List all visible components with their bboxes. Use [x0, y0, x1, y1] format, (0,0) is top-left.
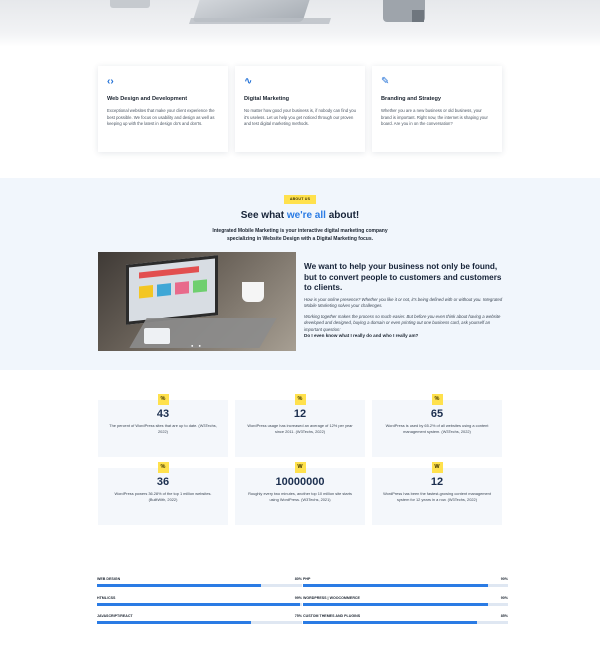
service-description: Exceptional websites that make your clie…	[107, 108, 215, 127]
wordpress-icon: W	[431, 462, 443, 473]
skill-percent: 99%	[294, 596, 302, 600]
skill-fill	[97, 603, 300, 606]
about-badge: ABOUT US	[284, 195, 316, 204]
about-paragraph-1: How is your online presence? Whether you…	[304, 296, 503, 309]
percent-icon: %	[157, 462, 169, 473]
stat-card: % 12 WordPress usage has increased an av…	[235, 394, 365, 457]
wordpress-icon: W	[294, 462, 306, 473]
coffee-cup-shape	[242, 282, 264, 302]
phone-shape	[110, 0, 150, 8]
stat-value: 12	[293, 408, 307, 420]
service-title: Web Design and Development	[107, 96, 188, 102]
stat-card: % 43 The percent of WordPress sites that…	[98, 394, 228, 457]
about-title-pre: See what	[240, 210, 287, 221]
skill-label: JAVASCRIPT/REACT	[97, 614, 133, 618]
about-subtitle: Integrated Mobile Marketing is your inte…	[212, 228, 388, 242]
stat-card: W 12 WordPress has been the fastest-grow…	[372, 462, 502, 525]
about-text-block: We want to help your business not only b…	[304, 262, 504, 338]
percent-icon: %	[294, 394, 306, 405]
stat-value: 10000000	[275, 476, 325, 488]
percent-icon: %	[157, 394, 169, 405]
skill-label: PHP	[303, 577, 311, 581]
skill-track	[303, 621, 508, 624]
about-title-post: about!	[325, 210, 360, 221]
about-title: See what we're all about!	[0, 210, 600, 221]
screen-tile	[193, 279, 207, 293]
skill-fill	[303, 603, 488, 606]
stat-description: Roughly every two minutes, another top 1…	[248, 491, 352, 502]
skill-fill	[303, 584, 488, 587]
skill-track	[97, 621, 302, 624]
service-card-digital-marketing[interactable]: ∿ Digital Marketing No matter how good y…	[235, 66, 365, 152]
stat-description: The percent of WordPress sites that are …	[109, 423, 217, 434]
zigzag-chart-icon: ∿	[244, 76, 253, 87]
skill-label: WEB DESIGN	[97, 577, 121, 581]
stat-card: W 10000000 Roughly every two minutes, an…	[235, 462, 365, 525]
skill-bar: PHP 90%	[303, 577, 508, 587]
stat-description: WordPress powers 36.28% of the top 1 mil…	[114, 491, 212, 502]
skill-label: WORDPRESS | WOOCOMMERCE	[303, 596, 360, 600]
service-description: Whether you are a new business or old bu…	[381, 108, 488, 127]
hero-image	[0, 0, 600, 47]
skill-percent: 85%	[500, 614, 508, 618]
skill-percent: 80%	[294, 577, 302, 581]
skill-label: HTML/CSS	[97, 596, 116, 600]
service-title: Digital Marketing	[244, 96, 290, 102]
about-heading: We want to help your business not only b…	[304, 262, 502, 292]
skill-bar: JAVASCRIPT/REACT 75%	[97, 614, 302, 624]
about-section	[0, 178, 600, 370]
service-description: No matter how good your business is, if …	[244, 108, 356, 127]
stat-description: WordPress has been the fastest-growing c…	[383, 491, 491, 502]
hard-drive-port-shape	[412, 10, 424, 22]
skill-track	[303, 603, 508, 606]
skill-percent: 75%	[294, 614, 302, 618]
percent-icon: %	[431, 394, 443, 405]
screen-banner	[139, 266, 199, 279]
stat-value: 65	[430, 408, 444, 420]
laptop-base-shape	[189, 18, 331, 24]
service-card-branding[interactable]: ✎ Branding and Strategy Whether you are …	[372, 66, 502, 152]
stat-value: 36	[156, 476, 170, 488]
about-paragraph-2: Working together makes the process so mu…	[304, 313, 501, 332]
pen-icon: ✎	[381, 76, 390, 87]
stat-card: % 36 WordPress powers 36.28% of the top …	[98, 462, 228, 525]
skill-bar: WEB DESIGN 80%	[97, 577, 302, 587]
stat-description: WordPress usage has increased an average…	[247, 423, 353, 434]
stat-value: 43	[156, 408, 170, 420]
screen-tile	[157, 283, 171, 297]
services-row: ‹› Web Design and Development Exceptiona…	[98, 66, 502, 152]
screen-tile	[175, 281, 189, 295]
marketing-photo: ● ●	[98, 252, 296, 351]
about-question: Do I even know what I really do and who …	[304, 333, 419, 339]
phone-shape	[144, 328, 170, 344]
skill-fill	[97, 584, 261, 587]
skill-track	[97, 603, 302, 606]
skill-bar: WORDPRESS | WOOCOMMERCE 90%	[303, 596, 508, 606]
stat-card: % 65 WordPress is used by 65.2% of all w…	[372, 394, 502, 457]
service-title: Branding and Strategy	[381, 96, 441, 102]
stat-value: 12	[430, 476, 444, 488]
about-title-highlight: we're all	[286, 210, 326, 221]
code-icon: ‹›	[107, 76, 114, 87]
skill-percent: 90%	[500, 596, 508, 600]
skill-track	[303, 584, 508, 587]
skill-percent: 90%	[500, 577, 508, 581]
service-card-web-design[interactable]: ‹› Web Design and Development Exceptiona…	[98, 66, 228, 152]
skill-label: CUSTOM THEMES AND PLUGINS	[303, 614, 361, 618]
slider-dots[interactable]: ● ●	[98, 343, 296, 348]
skill-fill	[97, 621, 251, 624]
screen-tile	[139, 284, 153, 299]
skill-track	[97, 584, 302, 587]
skill-fill	[303, 621, 478, 624]
stat-description: WordPress is used by 65.2% of all websit…	[385, 423, 489, 434]
skill-bar: CUSTOM THEMES AND PLUGINS 85%	[303, 614, 508, 624]
skill-bar: HTML/CSS 99%	[97, 596, 302, 606]
laptop-screen	[126, 255, 218, 325]
